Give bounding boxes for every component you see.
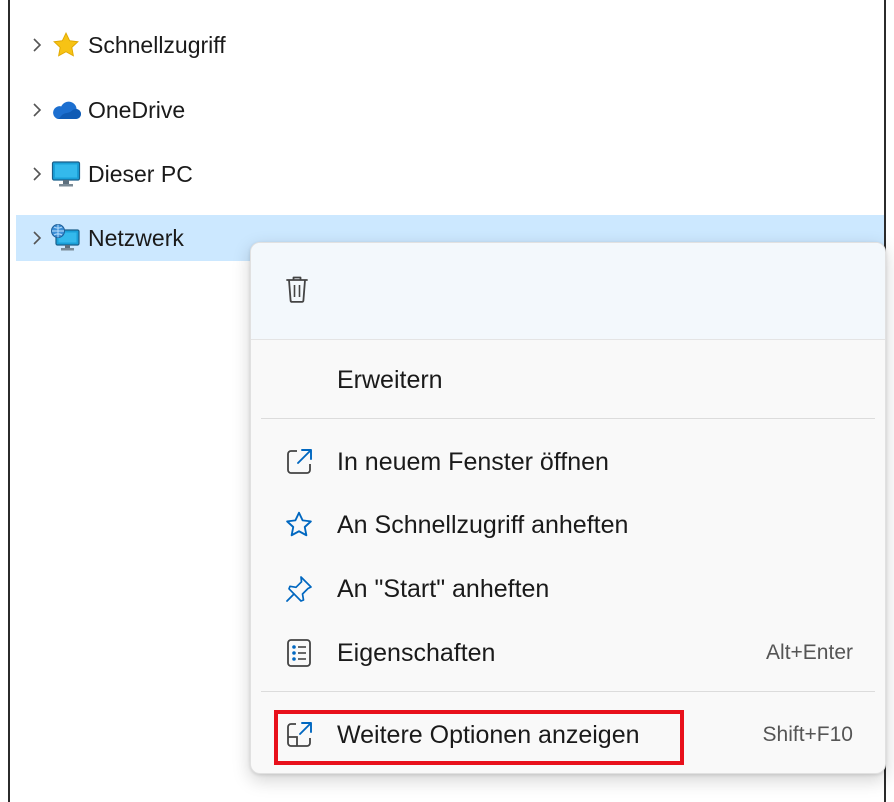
menu-item-erweitern[interactable]: Erweitern	[261, 352, 875, 408]
star-outline-icon	[279, 505, 319, 545]
context-menu: Erweitern In neuem Fenster öffnen An Sch…	[250, 242, 886, 774]
menu-item-pin-quick-access[interactable]: An Schnellzugriff anheften	[261, 497, 875, 553]
open-new-window-icon	[279, 442, 319, 482]
shortcut-label: Shift+F10	[762, 723, 853, 746]
cloud-icon	[50, 94, 82, 126]
trash-icon	[284, 274, 310, 309]
menu-item-label: An Schnellzugriff anheften	[337, 510, 629, 539]
shortcut-label: Alt+Enter	[766, 641, 853, 664]
chevron-right-icon[interactable]	[24, 87, 50, 133]
menu-item-label: An "Start" anheften	[337, 574, 550, 603]
chevron-right-icon[interactable]	[24, 151, 50, 197]
tree-item-label: OneDrive	[88, 96, 186, 123]
chevron-right-icon[interactable]	[24, 215, 50, 261]
tree-item-label: Schnellzugriff	[88, 31, 226, 58]
tree-item-dieser-pc[interactable]: Dieser PC	[16, 151, 884, 197]
menu-item-label: In neuem Fenster öffnen	[337, 447, 609, 476]
menu-item-properties[interactable]: Eigenschaften Alt+Enter	[261, 625, 875, 681]
menu-separator	[261, 418, 875, 419]
star-icon	[50, 29, 82, 61]
menu-item-label: Weitere Optionen anzeigen	[337, 720, 640, 749]
network-icon	[50, 222, 82, 254]
delete-button[interactable]	[279, 273, 315, 309]
chevron-right-icon[interactable]	[24, 22, 50, 68]
menu-separator	[261, 691, 875, 692]
monitor-icon	[50, 158, 82, 190]
menu-item-label: Erweitern	[337, 365, 443, 394]
menu-item-more-options[interactable]: Weitere Optionen anzeigen Shift+F10	[261, 707, 875, 763]
menu-item-label: Eigenschaften	[337, 638, 496, 667]
properties-icon	[279, 633, 319, 673]
tree-item-schnellzugriff[interactable]: Schnellzugriff	[16, 22, 884, 68]
tree-item-label: Dieser PC	[88, 160, 193, 187]
pin-icon	[279, 569, 319, 609]
tree-item-onedrive[interactable]: OneDrive	[16, 87, 884, 133]
menu-item-open-new-window[interactable]: In neuem Fenster öffnen	[261, 434, 875, 490]
tree-item-label: Netzwerk	[88, 224, 184, 251]
more-options-icon	[279, 715, 319, 755]
menu-item-pin-start[interactable]: An "Start" anheften	[261, 561, 875, 617]
context-menu-action-bar	[251, 243, 885, 340]
